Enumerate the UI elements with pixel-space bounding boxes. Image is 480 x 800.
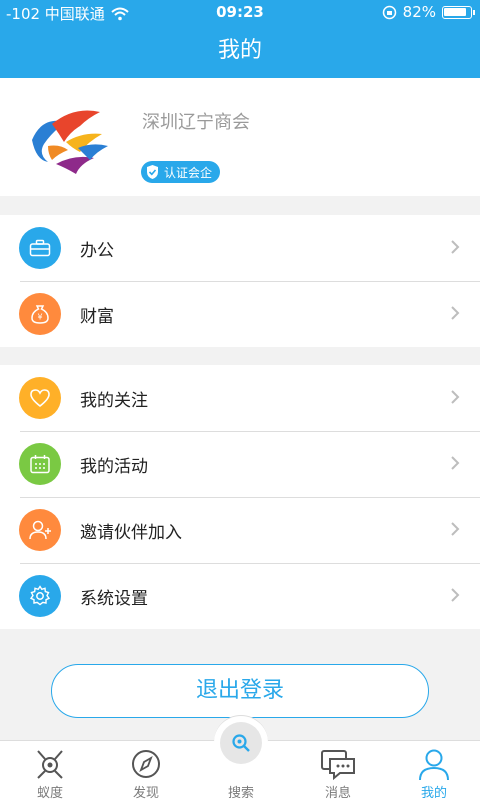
- bottom-tab-bar: 蚁度 发现 搜索 消息 我的: [0, 715, 480, 800]
- verified-badge: 认证会企: [141, 161, 221, 183]
- calendar-icon: [19, 443, 61, 485]
- battery-icon: [442, 5, 475, 19]
- tab-messages[interactable]: 消息: [290, 741, 386, 800]
- ant-icon: [37, 750, 63, 779]
- svg-text:¥: ¥: [37, 313, 42, 322]
- rotation-lock-icon: [382, 5, 396, 19]
- tab-discover[interactable]: 发现: [98, 741, 194, 800]
- chevron-right-icon: [451, 306, 460, 320]
- logout-button[interactable]: 退出登录: [51, 664, 429, 718]
- tab-label: 蚁度: [36, 786, 63, 800]
- organization-logo: [32, 110, 108, 174]
- tab-mine[interactable]: 我的: [386, 741, 480, 800]
- menu-item-label: 我的活动: [80, 456, 148, 477]
- tab-label: 消息: [324, 786, 351, 800]
- message-icon: [321, 750, 355, 781]
- menu-item-activities[interactable]: 我的活动: [0, 431, 480, 497]
- user-icon: [419, 749, 449, 781]
- battery-percent: 82%: [402, 3, 436, 21]
- menu-item-label: 我的关注: [80, 390, 148, 411]
- chevron-right-icon: [451, 522, 460, 536]
- menu-group-personal: 我的关注 我的活动 邀请伙伴加入 系统设置: [0, 365, 480, 629]
- tab-label: 搜索: [227, 786, 254, 800]
- menu-item-label: 办公: [80, 240, 114, 261]
- compass-icon: [132, 750, 160, 778]
- organization-name: 深圳辽宁商会: [142, 112, 250, 133]
- chevron-right-icon: [451, 456, 460, 470]
- menu-item-label: 邀请伙伴加入: [80, 522, 182, 543]
- menu-item-wealth[interactable]: ¥ 财富: [0, 281, 480, 347]
- menu-item-label: 系统设置: [80, 588, 148, 609]
- gear-icon: [19, 575, 61, 617]
- page-title: 我的: [0, 24, 480, 78]
- tab-label: 发现: [132, 786, 159, 800]
- badge-label: 认证会企: [164, 165, 213, 180]
- tab-ant[interactable]: 蚁度: [2, 741, 98, 800]
- tab-label: 我的: [420, 786, 447, 800]
- shield-check-icon: [147, 165, 158, 179]
- menu-item-settings[interactable]: 系统设置: [0, 563, 480, 629]
- profile-card[interactable]: 深圳辽宁商会 认证会企: [0, 78, 480, 196]
- chevron-right-icon: [451, 390, 460, 404]
- status-bar: -102 中国联通 09:23 82%: [0, 0, 480, 24]
- briefcase-icon: [19, 227, 61, 269]
- chevron-right-icon: [451, 240, 460, 254]
- menu-item-invite[interactable]: 邀请伙伴加入: [0, 497, 480, 563]
- menu-group-office: 办公 ¥ 财富: [0, 215, 480, 347]
- add-user-icon: [19, 509, 61, 551]
- money-bag-icon: ¥: [19, 293, 61, 335]
- heart-icon: [19, 377, 61, 419]
- chevron-right-icon: [451, 588, 460, 602]
- menu-item-label: 财富: [80, 306, 114, 327]
- tab-search[interactable]: 搜索: [193, 741, 289, 800]
- menu-item-follows[interactable]: 我的关注: [0, 365, 480, 431]
- menu-item-office[interactable]: 办公: [0, 215, 480, 281]
